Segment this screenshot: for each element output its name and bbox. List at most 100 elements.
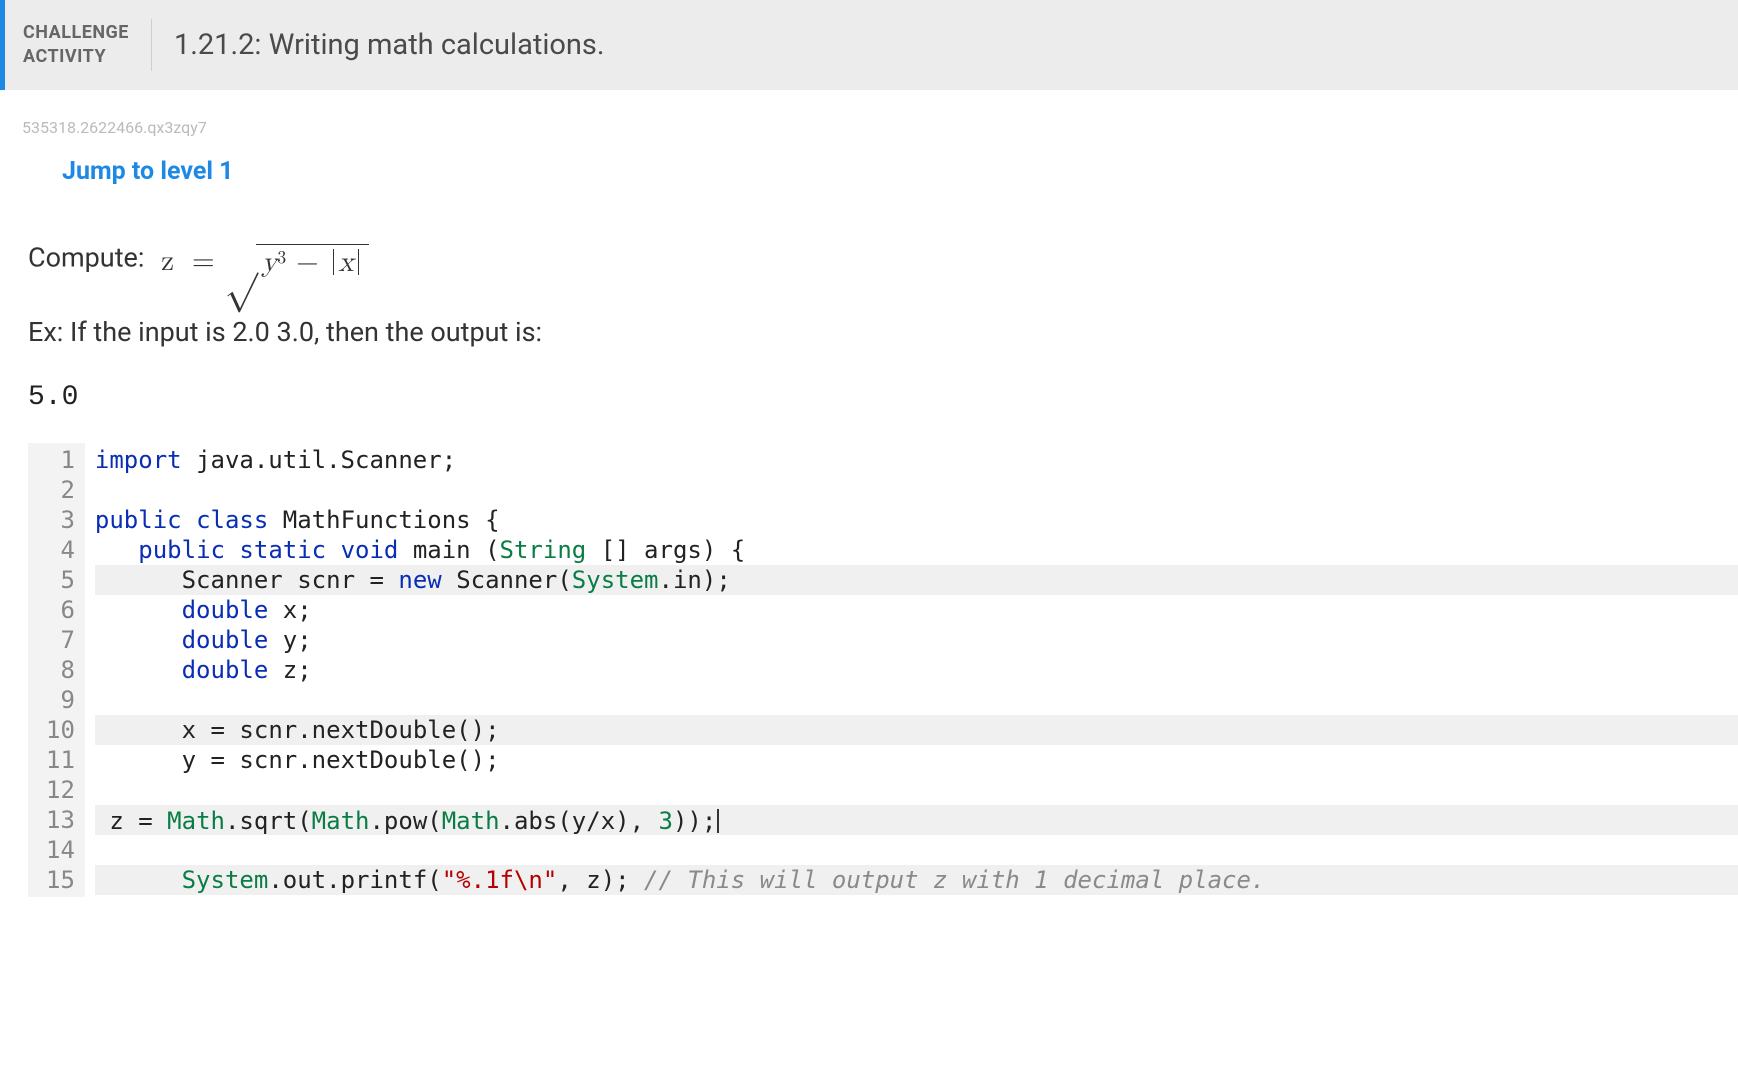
code-line[interactable]: double z;	[95, 655, 1738, 685]
token-id: y	[182, 746, 196, 774]
token-id: y	[572, 807, 586, 835]
code-line[interactable]: import java.util.Scanner;	[95, 445, 1738, 475]
token-op: ;	[297, 656, 311, 684]
line-number: 1	[46, 445, 75, 475]
token-kw: new	[398, 566, 441, 594]
token-op: (	[297, 807, 311, 835]
line-number: 5	[46, 565, 75, 595]
token-op: ;	[615, 866, 629, 894]
token-type: Math	[167, 807, 225, 835]
challenge-header: CHALLENGE ACTIVITY 1.21.2: Writing math …	[0, 0, 1738, 90]
line-number: 2	[46, 475, 75, 505]
radicand: y3 − x	[256, 244, 370, 279]
prompt-line: Compute: z = √ y3 − x	[28, 234, 1738, 282]
token-kw: void	[341, 536, 399, 564]
token-kw: static	[239, 536, 326, 564]
token-id: x	[601, 807, 615, 835]
token-op: ,	[630, 807, 644, 835]
token-op: .	[297, 746, 311, 774]
code-line[interactable]	[95, 775, 1738, 805]
header-divider	[151, 19, 152, 71]
token-op: .	[659, 566, 673, 594]
section-title: 1.21.2: Writing math calculations.	[174, 28, 605, 62]
token-type: String	[500, 536, 587, 564]
token-op: )	[702, 536, 716, 564]
token-id: in	[673, 566, 702, 594]
code-area[interactable]: import java.util.Scanner; public class M…	[85, 443, 1738, 897]
var-y: y	[262, 248, 277, 277]
token-op: =	[211, 716, 225, 744]
token-op: )	[601, 866, 615, 894]
token-op: []	[601, 536, 630, 564]
token-op: {	[731, 536, 745, 564]
token-id: y	[283, 626, 297, 654]
line-number: 15	[46, 865, 75, 895]
token-op: (	[485, 536, 499, 564]
challenge-badge-line2: ACTIVITY	[23, 45, 129, 69]
prompt-label: Compute:	[28, 242, 144, 274]
code-line[interactable]: double x;	[95, 595, 1738, 625]
line-number: 4	[46, 535, 75, 565]
token-str: "%.1f\n"	[442, 866, 558, 894]
token-type: System	[572, 566, 659, 594]
token-type: Math	[442, 807, 500, 835]
token-id: printf	[341, 866, 428, 894]
code-line[interactable]: public class MathFunctions {	[95, 505, 1738, 535]
token-id: scnr	[239, 716, 297, 744]
exp-3: 3	[277, 250, 286, 268]
line-number: 3	[46, 505, 75, 535]
token-kw: class	[196, 506, 268, 534]
line-number: 11	[46, 745, 75, 775]
code-line[interactable]	[95, 685, 1738, 715]
line-number: 7	[46, 625, 75, 655]
code-line[interactable]: x = scnr.nextDouble();	[95, 715, 1738, 745]
token-op: /	[586, 807, 600, 835]
abs-bar-right	[358, 249, 360, 275]
token-op: ;	[485, 716, 499, 744]
code-line[interactable]: y = scnr.nextDouble();	[95, 745, 1738, 775]
token-id: sqrt	[239, 807, 297, 835]
token-op: (	[427, 807, 441, 835]
meta-id: 535318.2622466.qx3zqy7	[0, 90, 1738, 137]
token-op: .	[225, 807, 239, 835]
token-op: ;	[297, 596, 311, 624]
code-editor[interactable]: 123456789101112131415 import java.util.S…	[28, 443, 1738, 897]
token-id: nextDouble	[312, 746, 457, 774]
token-op: ;	[442, 446, 456, 474]
code-line[interactable]: double y;	[95, 625, 1738, 655]
token-op: .	[500, 807, 514, 835]
token-op: ()	[456, 716, 485, 744]
token-op: )	[615, 807, 629, 835]
token-id: x	[182, 716, 196, 744]
token-type: System	[182, 866, 269, 894]
token-op: ))	[673, 807, 702, 835]
line-number: 14	[46, 835, 75, 865]
code-line[interactable]	[95, 835, 1738, 865]
token-kw: import	[95, 446, 182, 474]
formula-eq: =	[192, 244, 215, 279]
token-id: nextDouble	[312, 716, 457, 744]
token-op: {	[485, 506, 499, 534]
line-number: 12	[46, 775, 75, 805]
token-op: =	[138, 807, 152, 835]
token-op: .	[297, 716, 311, 744]
sqrt-expression: √ y3 − x	[225, 237, 370, 285]
code-line[interactable]: Scanner scnr = new Scanner(System.in);	[95, 565, 1738, 595]
token-op: ()	[456, 746, 485, 774]
code-line[interactable]: public static void main (String [] args)…	[95, 535, 1738, 565]
code-line[interactable]: System.out.printf("%.1f\n", z); // This …	[95, 865, 1738, 895]
token-id: z	[109, 807, 123, 835]
token-kw: double	[182, 626, 269, 654]
token-type: Math	[312, 807, 370, 835]
token-id: z	[283, 656, 297, 684]
line-number: 10	[46, 715, 75, 745]
minus-op: −	[296, 248, 319, 277]
token-op: ;	[485, 746, 499, 774]
code-line[interactable]	[95, 475, 1738, 505]
jump-to-level-link[interactable]: Jump to level 1	[62, 157, 234, 186]
line-number-gutter: 123456789101112131415	[28, 443, 85, 897]
token-kw: double	[182, 656, 269, 684]
token-op: ,	[557, 866, 571, 894]
token-op: (	[427, 866, 441, 894]
code-line[interactable]: z = Math.sqrt(Math.pow(Math.abs(y/x), 3)…	[95, 805, 1738, 835]
